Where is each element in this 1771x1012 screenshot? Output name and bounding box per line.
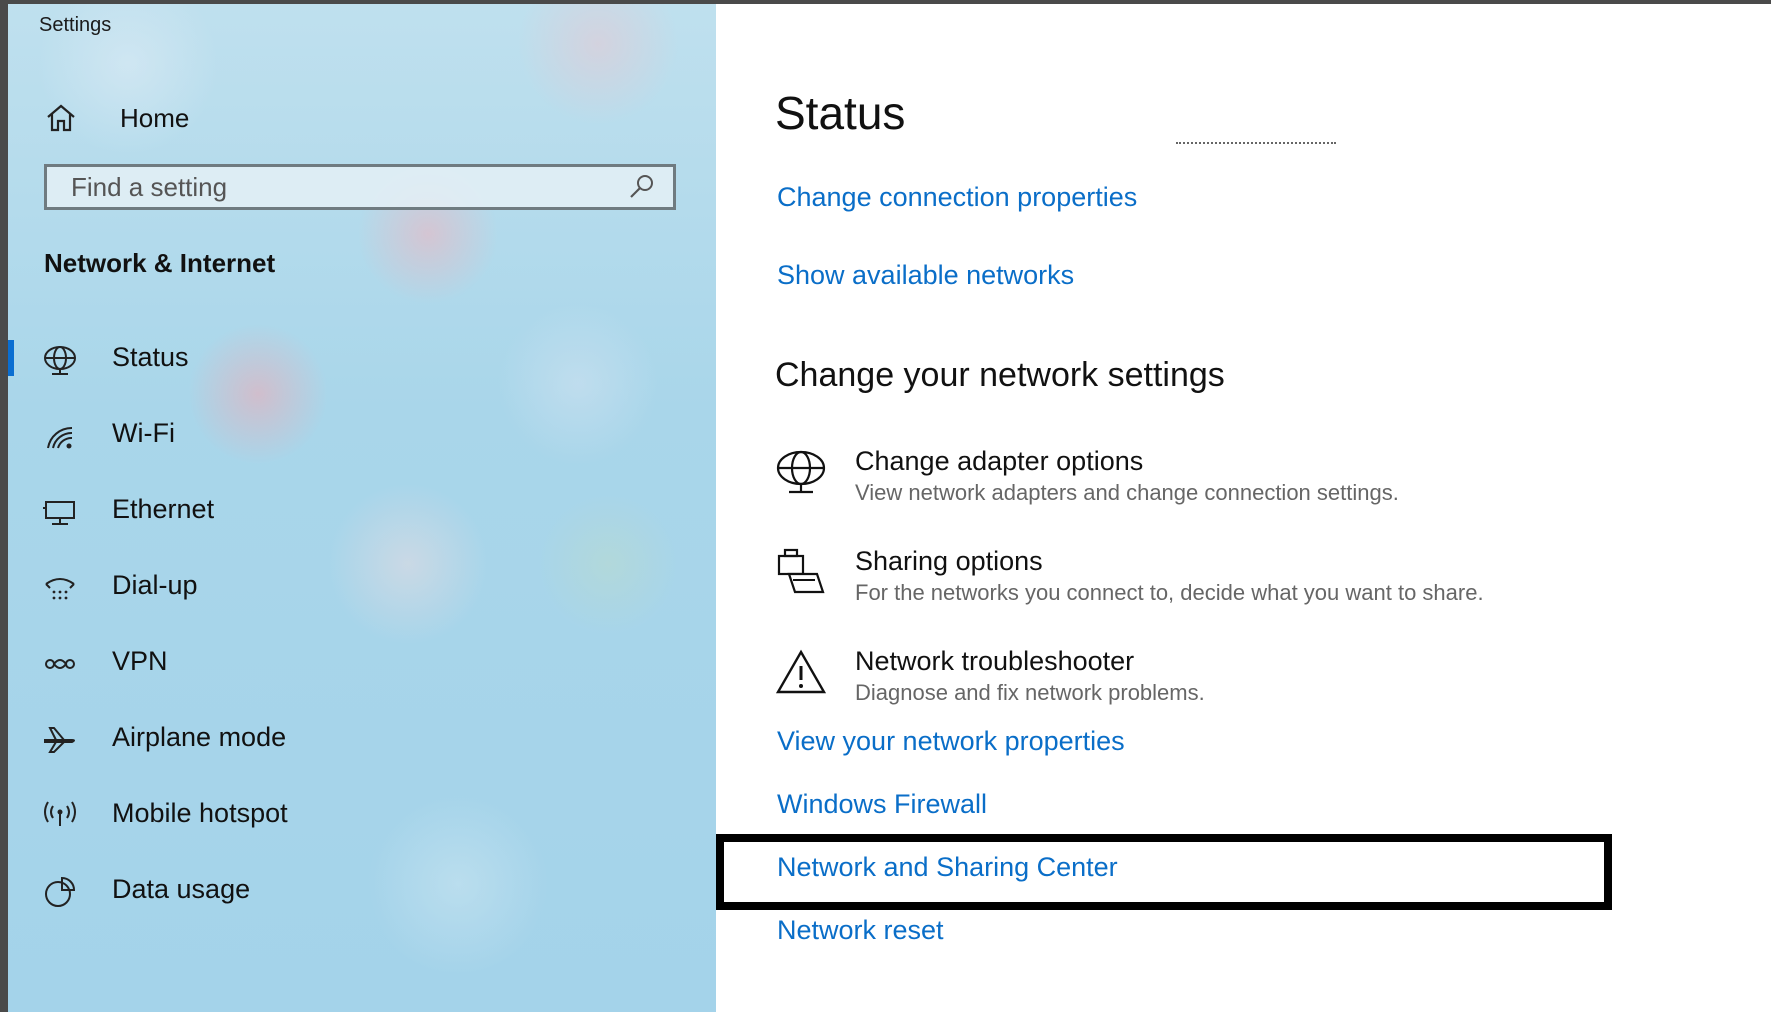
network-and-sharing-center-link[interactable]: Network and Sharing Center bbox=[777, 852, 1118, 883]
option-title: Sharing options bbox=[855, 546, 1043, 576]
sidebar-item-label: Status bbox=[112, 342, 189, 372]
option-description: View network adapters and change connect… bbox=[855, 480, 1399, 505]
sidebar-item-label: Mobile hotspot bbox=[112, 798, 288, 828]
home-label: Home bbox=[120, 102, 190, 133]
view-network-properties-link[interactable]: View your network properties bbox=[777, 726, 1125, 757]
window-title: Settings bbox=[39, 14, 112, 36]
sidebar-item-label: Data usage bbox=[112, 874, 251, 904]
sidebar-nav: Status Wi-Fi Ethernet Dial-up VPN Airpla… bbox=[8, 322, 716, 930]
sidebar: Settings Home Find a setting Network & I… bbox=[8, 4, 716, 1012]
wifi-icon bbox=[47, 426, 73, 449]
home-nav-item[interactable]: Home bbox=[44, 98, 189, 138]
change-connection-properties-link[interactable]: Change connection properties bbox=[777, 182, 1137, 213]
search-icon[interactable] bbox=[627, 172, 657, 202]
main-content: Status Change connection properties Show… bbox=[716, 4, 1771, 1012]
change-network-settings-heading: Change your network settings bbox=[775, 356, 1225, 394]
sidebar-item-vpn[interactable]: VPN bbox=[8, 626, 716, 702]
sidebar-item-label: Dial-up bbox=[112, 570, 198, 600]
change-adapter-options[interactable]: Change adapter options View network adap… bbox=[775, 446, 1675, 516]
dial-up-icon bbox=[45, 578, 75, 600]
windows-firewall-link[interactable]: Windows Firewall bbox=[777, 789, 987, 820]
home-icon bbox=[47, 104, 75, 132]
globe-icon bbox=[44, 346, 76, 375]
selection-indicator bbox=[8, 340, 14, 376]
sidebar-item-label: Ethernet bbox=[112, 494, 215, 524]
hotspot-icon bbox=[44, 801, 76, 826]
network-troubleshooter[interactable]: Network troubleshooter Diagnose and fix … bbox=[775, 646, 1675, 716]
ethernet-icon bbox=[43, 501, 75, 525]
scrolled-content-edge bbox=[1176, 142, 1336, 150]
option-description: Diagnose and fix network problems. bbox=[855, 680, 1205, 705]
show-available-networks-link[interactable]: Show available networks bbox=[777, 260, 1074, 291]
globe-adapter-icon bbox=[776, 450, 826, 494]
sharing-icon bbox=[777, 548, 825, 594]
network-reset-link[interactable]: Network reset bbox=[777, 915, 944, 946]
sidebar-item-label: Wi-Fi bbox=[112, 418, 175, 448]
option-title: Network troubleshooter bbox=[855, 646, 1135, 676]
warning-icon bbox=[775, 649, 827, 694]
sidebar-item-airplane-mode[interactable]: Airplane mode bbox=[8, 702, 716, 778]
sidebar-item-label: VPN bbox=[112, 646, 168, 676]
data-usage-icon bbox=[45, 876, 76, 907]
sidebar-item-dial-up[interactable]: Dial-up bbox=[8, 550, 716, 626]
sidebar-item-label: Airplane mode bbox=[112, 722, 287, 752]
sidebar-item-data-usage[interactable]: Data usage bbox=[8, 854, 716, 930]
airplane-icon bbox=[44, 727, 75, 753]
sidebar-item-wifi[interactable]: Wi-Fi bbox=[8, 398, 716, 474]
search-placeholder: Find a setting bbox=[71, 171, 228, 202]
sharing-options[interactable]: Sharing options For the networks you con… bbox=[775, 546, 1675, 616]
page-title: Status bbox=[775, 87, 906, 139]
sidebar-item-status[interactable]: Status bbox=[8, 322, 716, 398]
search-input[interactable]: Find a setting bbox=[44, 164, 676, 210]
option-title: Change adapter options bbox=[855, 446, 1144, 476]
option-description: For the networks you connect to, decide … bbox=[855, 580, 1484, 605]
section-title: Network & Internet bbox=[44, 248, 276, 278]
sidebar-item-mobile-hotspot[interactable]: Mobile hotspot bbox=[8, 778, 716, 854]
sidebar-item-ethernet[interactable]: Ethernet bbox=[8, 474, 716, 550]
settings-window: Settings Home Find a setting Network & I… bbox=[8, 4, 1771, 1012]
vpn-icon bbox=[45, 659, 75, 669]
